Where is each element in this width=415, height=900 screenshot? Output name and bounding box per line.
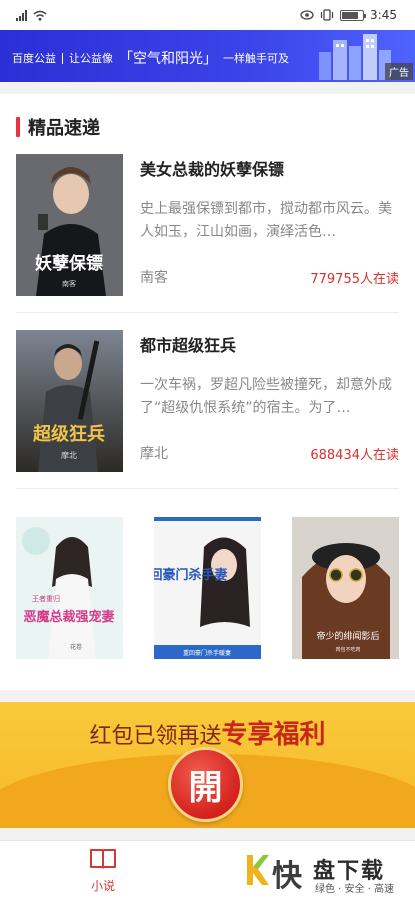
watermark-logo: 快 盘下载 绿色 · 安全 · 高速 [245,847,410,895]
banner-org: 百度公益 [12,52,56,65]
nav-label-novel: 小说 [90,879,115,893]
svg-text:超级狂兵: 超级狂兵 [33,423,105,445]
banner-slogan-pre: 让公益像 [69,52,113,65]
grid-book-cover[interactable]: 帝少的绯闻影后 肉包不吃肉 [292,517,399,659]
reader-count: 688434人在读 [310,448,399,463]
svg-text:花卷: 花卷 [70,643,82,651]
status-bar: 3:45 [0,0,415,30]
nav-item-novel[interactable]: 小说 [80,847,126,894]
book-description: 一次车祸，罗超凡险些被撞死，却意外成了“超级仇恨系统”的宿主。为了… [140,377,392,416]
open-red-packet-button[interactable]: 開 [168,747,243,822]
grid-book-cover[interactable]: 王者重归 恶魔总裁强宠妻 花卷 [16,517,123,659]
section-header: 精品速递 [16,114,100,140]
red-packet-promo[interactable]: 红包已领再送专享福利 開 [0,702,415,828]
watermark-slogan: 绿色 · 安全 · 高速 [315,884,395,895]
ad-label: 广告 [385,63,413,80]
banner-slogan-post: 一样触手可及 [223,52,289,65]
eye-icon [300,10,314,20]
book-title[interactable]: 都市超级狂兵 [140,332,236,356]
book-author: 摩北 [140,446,168,462]
svg-text:摩北: 摩北 [61,450,77,460]
svg-text:重回豪门杀手妻: 重回豪门杀手妻 [154,567,228,583]
book-author: 南客 [140,270,168,286]
book-item[interactable]: 超级狂兵 摩北 都市超级狂兵 一次车祸，罗超凡险些被撞死，却意外成了“超级仇恨系… [16,330,399,475]
grid-book-cover[interactable]: 重回豪门杀手妻 重回豪门杀手暖妻 [154,517,261,659]
signal-icon [16,9,27,21]
svg-text:王者重归: 王者重归 [32,594,60,603]
k-logo-icon [247,855,269,885]
book-description: 史上最强保镖到都市，搅动都市风云。美人如玉，江山如画，演绎活色… [140,201,392,240]
svg-text:重回豪门杀手暖妻: 重回豪门杀手暖妻 [183,649,231,657]
svg-text:妖孽保镖: 妖孽保镖 [35,253,103,274]
reader-count: 779755人在读 [310,272,399,287]
banner-slogan-highlight: 「空气和阳光」 [119,51,217,67]
book-cover[interactable]: 妖孽保镖 南客 [16,154,123,296]
featured-section: 精品速递 妖孽保镖 南客 美女总裁的妖孽保镖 史上最强保镖到都市，搅动都市风云。… [0,94,415,690]
book-item[interactable]: 妖孽保镖 南客 美女总裁的妖孽保镖 史上最强保镖到都市，搅动都市风云。美人如玉，… [16,154,399,299]
svg-text:南客: 南客 [62,279,76,288]
svg-text:帝少的绯闻影后: 帝少的绯闻影后 [316,630,379,642]
promo-text-big: 专享福利 [221,720,326,750]
book-cover[interactable]: 超级狂兵 摩北 [16,330,123,472]
bottom-navigation: 小说 快 盘下载 绿色 · 安全 · 高速 [0,840,415,900]
banner-text: 百度公益 让公益像 「空气和阳光」 一样触手可及 [12,48,289,68]
section-accent-bar [16,117,20,137]
vibrate-icon [320,9,334,21]
promo-headline: 红包已领再送专享福利 [0,714,415,751]
ad-banner[interactable]: 百度公益 让公益像 「空气和阳光」 一样触手可及 广告 [0,30,415,82]
divider [16,488,399,489]
clock: 3:45 [370,8,397,22]
promo-text-small: 红包已领再送 [89,724,222,749]
wifi-icon [33,10,47,21]
section-title: 精品速递 [28,118,100,139]
city-illustration [319,34,391,80]
battery-icon [340,9,367,21]
svg-text:恶魔总裁强宠妻: 恶魔总裁强宠妻 [23,609,114,625]
svg-text:肉包不吃肉: 肉包不吃肉 [335,646,360,653]
book-title[interactable]: 美女总裁的妖孽保镖 [140,156,284,180]
book-icon [90,849,116,869]
divider [16,312,399,313]
watermark-kuai: 快 [272,859,302,894]
